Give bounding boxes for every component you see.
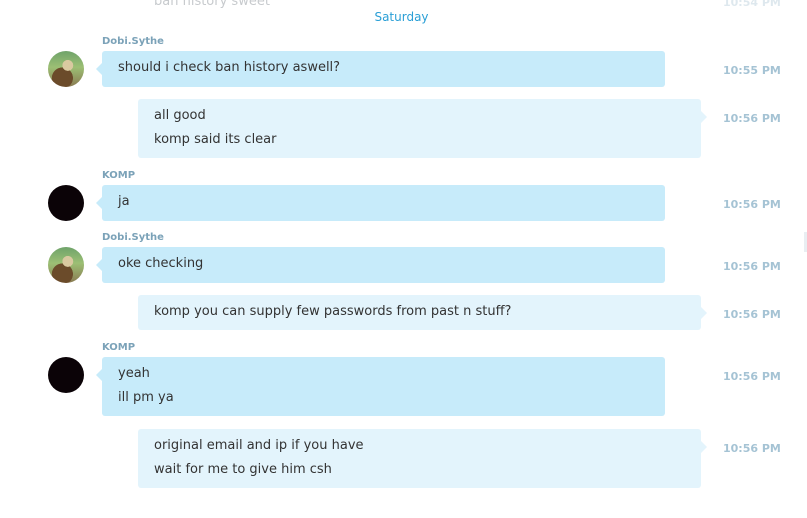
message-line: original email and ip if you have bbox=[154, 438, 364, 453]
previous-message-time: 10:54 PM bbox=[723, 0, 781, 9]
dark-avatar-icon[interactable] bbox=[48, 185, 84, 221]
dark-avatar-icon[interactable] bbox=[48, 357, 84, 393]
message-bubble[interactable]: ja bbox=[96, 185, 665, 221]
date-separator: Saturday bbox=[374, 10, 429, 24]
message-timestamp: 10:56 PM bbox=[723, 370, 781, 383]
message-timestamp: 10:56 PM bbox=[723, 112, 781, 125]
message-bubble[interactable]: should i check ban history aswell? bbox=[96, 51, 665, 87]
squirrel-photo-avatar-icon[interactable] bbox=[48, 51, 84, 87]
message-bubble[interactable]: original email and ip if you have wait f… bbox=[138, 429, 707, 488]
sender-name[interactable]: Dobi.Sythe bbox=[102, 36, 164, 47]
message-bubble[interactable]: all good komp said its clear bbox=[138, 99, 707, 158]
message-line: komp you can supply few passwords from p… bbox=[154, 304, 512, 319]
message-timestamp: 10:56 PM bbox=[723, 442, 781, 455]
message-bubble[interactable]: komp you can supply few passwords from p… bbox=[138, 295, 707, 330]
message-bubble[interactable]: oke checking bbox=[96, 247, 665, 283]
sender-name[interactable]: KOMP bbox=[102, 170, 135, 181]
message-timestamp: 10:56 PM bbox=[723, 198, 781, 211]
message-line: komp said its clear bbox=[154, 132, 277, 147]
sender-name[interactable]: Dobi.Sythe bbox=[102, 232, 164, 243]
message-line: all good bbox=[154, 108, 206, 123]
message-bubble[interactable]: yeah ill pm ya bbox=[96, 357, 665, 416]
message-line: ill pm ya bbox=[118, 390, 174, 405]
squirrel-photo-avatar-icon[interactable] bbox=[48, 247, 84, 283]
sender-name[interactable]: KOMP bbox=[102, 342, 135, 353]
message-timestamp: 10:55 PM bbox=[723, 64, 781, 77]
previous-message-text: ban history sweet bbox=[154, 0, 270, 9]
message-line: should i check ban history aswell? bbox=[118, 60, 341, 75]
message-line: oke checking bbox=[118, 256, 204, 271]
message-line: wait for me to give him csh bbox=[154, 462, 332, 477]
message-timestamp: 10:56 PM bbox=[723, 308, 781, 321]
chat-history[interactable]: ban history sweet 10:54 PM Saturday Dobi… bbox=[0, 0, 807, 518]
message-line: ja bbox=[118, 194, 130, 209]
message-timestamp: 10:56 PM bbox=[723, 260, 781, 273]
message-line: yeah bbox=[118, 366, 150, 381]
